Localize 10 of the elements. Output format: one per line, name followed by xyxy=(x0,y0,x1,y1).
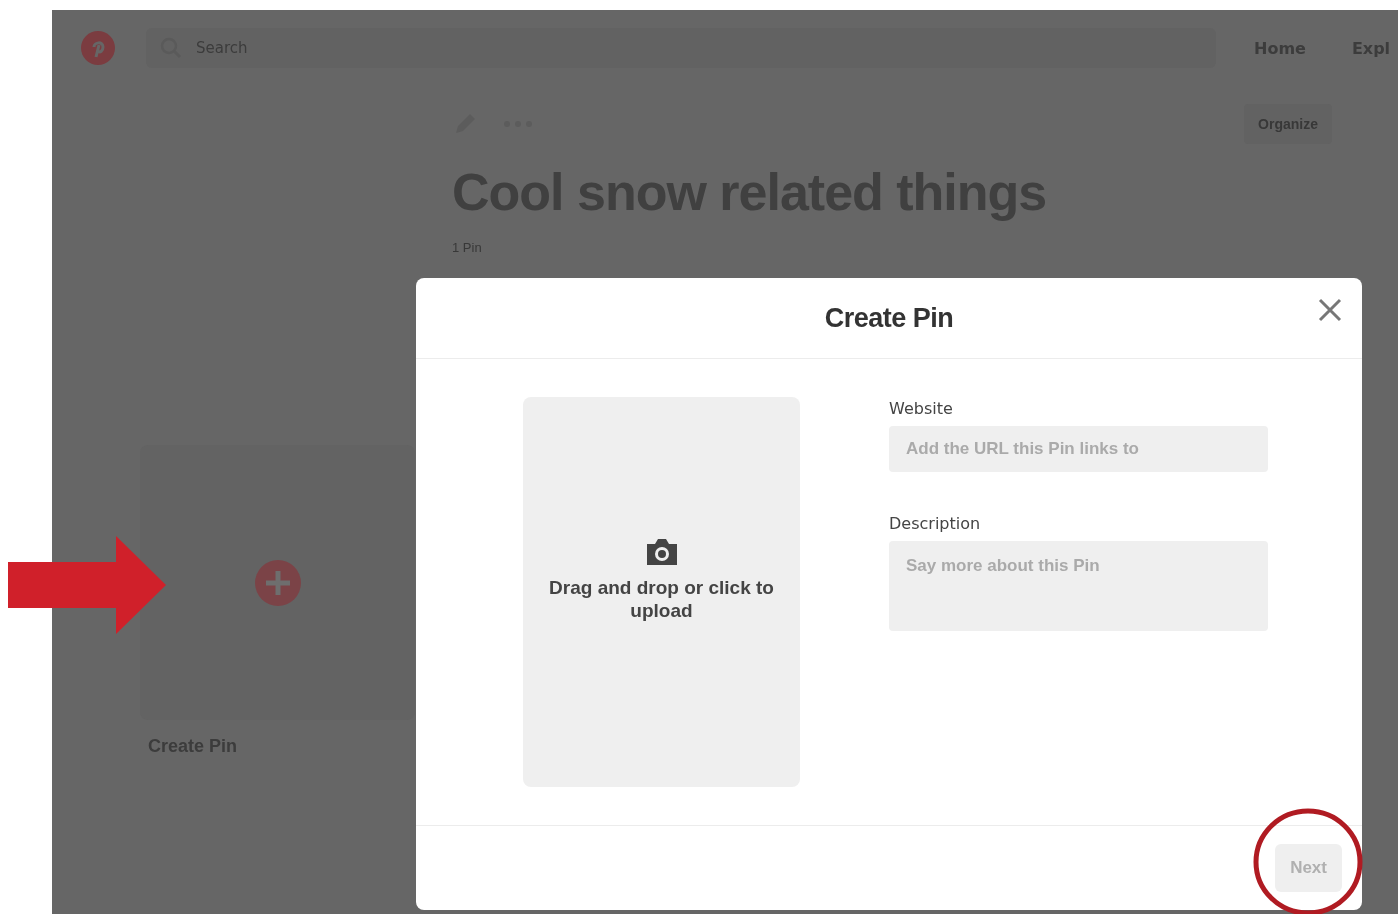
website-field[interactable]: Add the URL this Pin links to xyxy=(889,426,1268,472)
upload-instructions: Drag and drop or click to upload xyxy=(548,577,775,623)
field-label: Website xyxy=(889,399,954,418)
description-field[interactable]: Say more about this Pin xyxy=(889,541,1268,631)
dialog-title: Create Pin xyxy=(824,302,954,334)
upload-area[interactable]: Drag and drop or click to upload xyxy=(523,397,800,787)
close-icon[interactable] xyxy=(1318,298,1342,322)
field-label: Description xyxy=(889,514,982,533)
plus-icon xyxy=(253,558,302,607)
logo-icon[interactable] xyxy=(80,30,116,66)
